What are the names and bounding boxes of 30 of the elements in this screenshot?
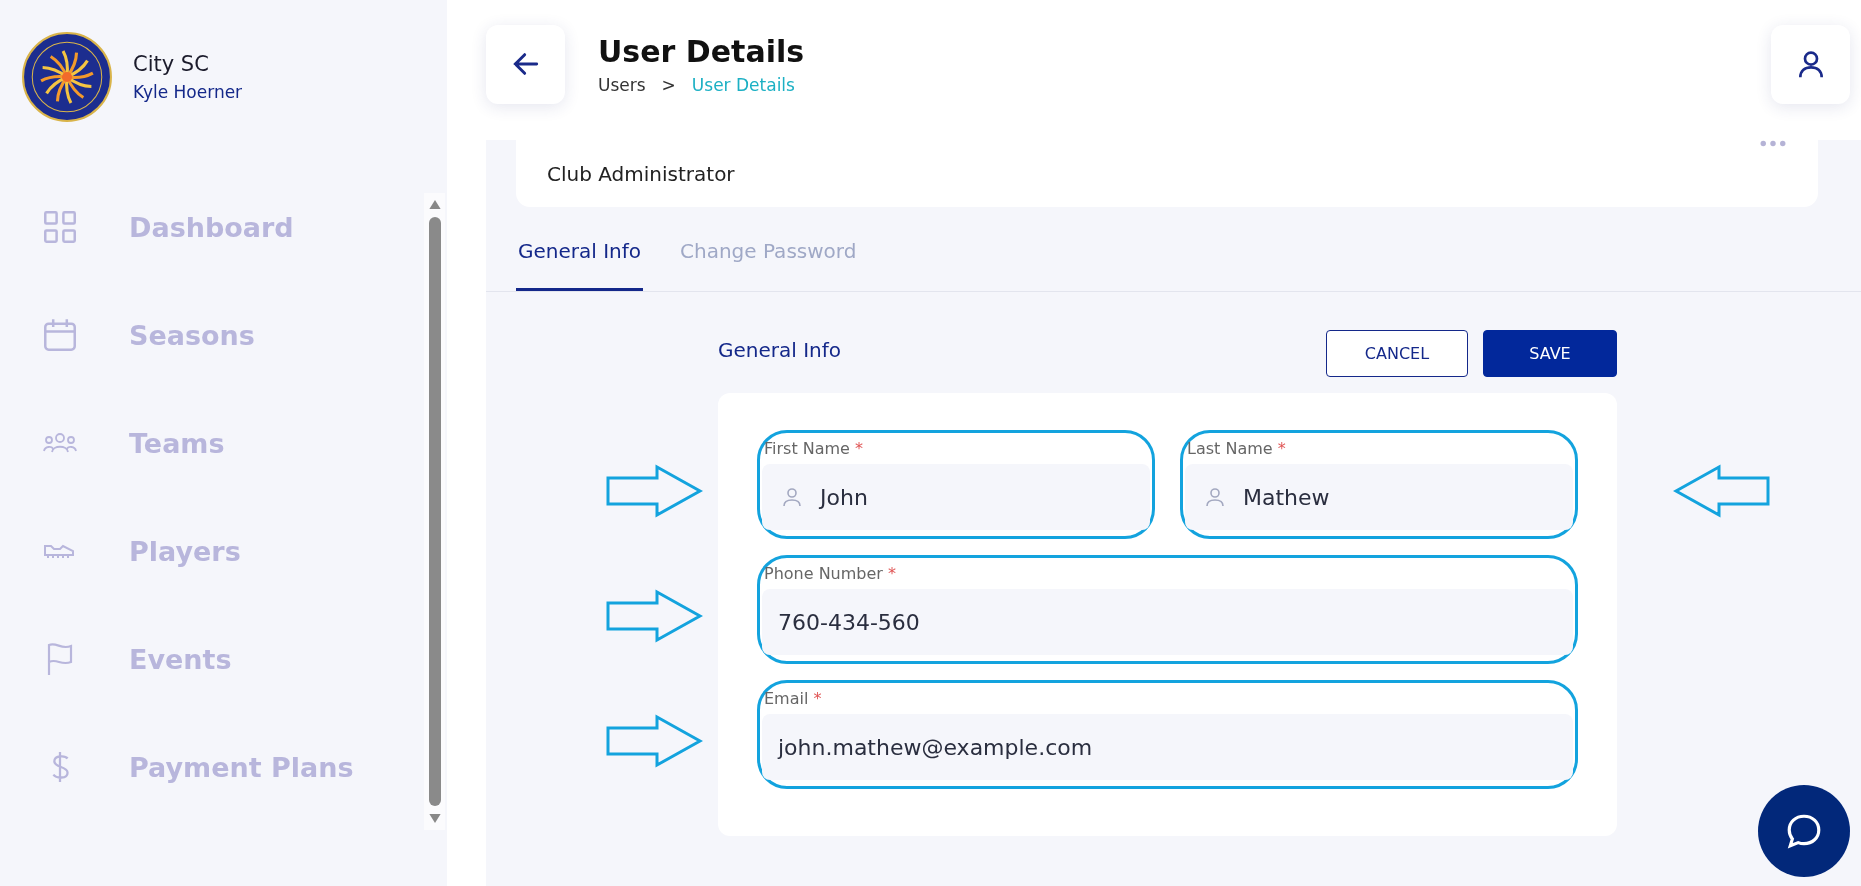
user-name: Kyle Hoerner [133,82,243,102]
profile-button[interactable] [1771,24,1850,104]
field-label: Phone Number * [763,564,897,583]
scroll-up-icon[interactable] [428,200,441,209]
breadcrumb-link[interactable]: Users [598,74,646,95]
person-icon [782,487,802,507]
field-label: First Name * [763,439,865,458]
scroll-down-icon[interactable] [428,814,441,823]
chat-bubble-icon [1785,812,1823,850]
scrollbar[interactable] [424,193,445,830]
field-label: Last Name * [1186,439,1287,458]
save-button[interactable]: SAVE [1483,330,1617,377]
input-field[interactable]: John [762,464,1150,530]
cancel-button[interactable]: CANCEL [1326,330,1468,377]
tab[interactable]: General Info [516,229,644,291]
input-field[interactable]: john.mathew@example.com [762,714,1573,780]
club-name: City SC [133,52,210,76]
field-label: Email * [763,689,823,708]
input-field[interactable]: Mathew [1185,464,1573,530]
calendar-icon [43,318,77,352]
more-icon[interactable] [1760,140,1786,147]
back-button[interactable] [486,24,565,104]
input-field[interactable]: 760-434-560 [762,589,1573,655]
grid-icon [43,210,77,244]
role-label: Club Administrator [547,161,735,186]
person-icon [1205,487,1225,507]
section-title: General Info [718,338,842,362]
page-title: User Details [598,33,805,69]
club-logo-icon [21,31,113,123]
breadcrumb-separator: > [661,74,676,95]
